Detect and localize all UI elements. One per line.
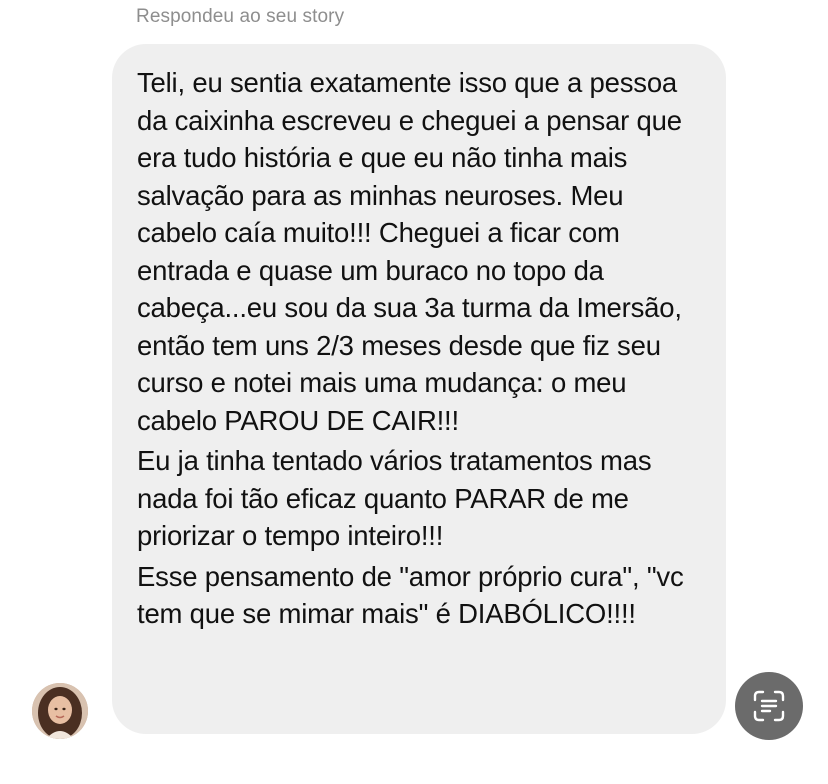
avatar-photo-icon	[32, 683, 88, 739]
message-paragraph-2: Eu ja tinha tentado vários tratamentos m…	[137, 445, 652, 551]
message-bubble[interactable]: Teli, eu sentia exatamente isso que a pe…	[112, 44, 726, 734]
text-scan-button[interactable]	[735, 672, 803, 740]
message-paragraph-3: Esse pensamento de "amor próprio cura", …	[137, 560, 684, 630]
message-paragraph-1: Teli, eu sentia exatamente isso que a pe…	[137, 67, 682, 436]
sender-avatar[interactable]	[32, 683, 88, 739]
reply-context-label: Respondeu ao seu story	[136, 6, 345, 27]
text-scan-icon	[752, 689, 786, 723]
message-text: Teli, eu sentia exatamente isso que a pe…	[137, 64, 704, 633]
